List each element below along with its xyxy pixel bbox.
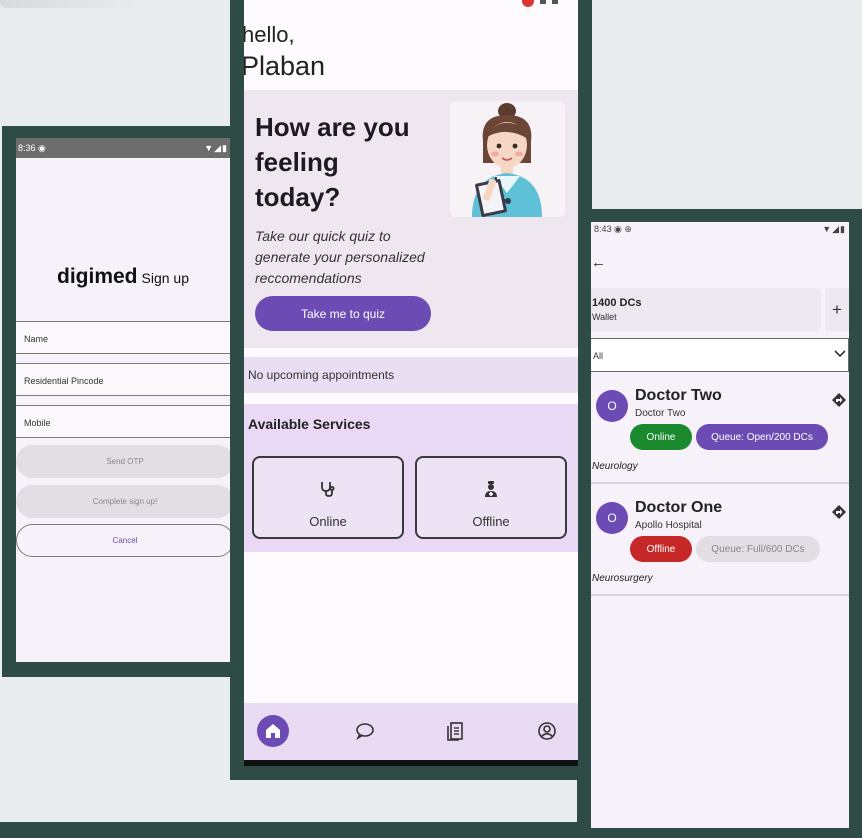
signal-battery-icon: ▼◢▮ bbox=[204, 142, 228, 153]
nav-home[interactable] bbox=[257, 715, 289, 747]
mobile-field[interactable]: Mobile bbox=[16, 405, 230, 438]
status-bar: 8:43 ◉ ⊕ ▼◢▮ bbox=[591, 222, 849, 236]
online-service-card[interactable]: Online bbox=[252, 456, 404, 539]
settings-status-icon: ◉ ⊕ bbox=[614, 223, 632, 234]
bottom-navigation bbox=[244, 703, 578, 760]
add-funds-button[interactable]: + bbox=[825, 288, 849, 331]
status-bar bbox=[244, 0, 578, 8]
background-smudge bbox=[0, 0, 140, 8]
status-badge: Offline bbox=[630, 536, 692, 562]
signup-screen: 8:36 ◉ ▼◢▮ digimed Sign up Name Residenti… bbox=[16, 138, 230, 662]
nav-account[interactable] bbox=[531, 715, 563, 747]
doctor-person-icon bbox=[417, 480, 565, 503]
services-section: Available Services Online Offline bbox=[244, 404, 578, 552]
doctors-screen: 8:43 ◉ ⊕ ▼◢▮ ← 1400 DCs Wallet + All O D… bbox=[591, 222, 849, 828]
doctor-card[interactable]: O Doctor One Apollo Hospital Offline Que… bbox=[591, 490, 849, 596]
doctor-name: Doctor One bbox=[635, 499, 723, 516]
doctor-specialty: Neurology bbox=[592, 461, 638, 472]
quiz-hero-card: How are you feeling today? Take our quic… bbox=[244, 90, 578, 348]
doctor-specialty: Neurosurgery bbox=[592, 573, 653, 584]
wallet-label: Wallet bbox=[592, 312, 617, 322]
name-field[interactable]: Name bbox=[16, 321, 230, 354]
back-arrow-icon[interactable]: ← bbox=[591, 254, 606, 271]
account-icon bbox=[538, 722, 556, 740]
status-badge: Online bbox=[630, 424, 692, 450]
doctor-name: Doctor Two bbox=[635, 387, 722, 404]
directions-icon[interactable] bbox=[832, 505, 846, 524]
wallet-card: 1400 DCs Wallet bbox=[591, 288, 821, 331]
home-icon bbox=[266, 724, 280, 738]
offline-service-card[interactable]: Offline bbox=[415, 456, 567, 539]
home-screen: hello, Plaban How are you feeling today?… bbox=[244, 0, 578, 766]
bottom-band bbox=[0, 822, 600, 838]
system-nav-bar bbox=[244, 760, 578, 766]
greeting-text: hello, bbox=[244, 22, 295, 47]
queue-button[interactable]: Queue: Full/600 DCs bbox=[696, 536, 820, 562]
stethoscope-icon bbox=[254, 480, 402, 503]
complete-signup-button[interactable]: Complete sign up! bbox=[16, 485, 230, 518]
pincode-field[interactable]: Residential Pincode bbox=[16, 363, 230, 396]
no-appointments-banner: No upcoming appointments bbox=[244, 357, 578, 393]
online-service-label: Online bbox=[309, 514, 347, 529]
doctor-subtitle: Doctor Two bbox=[635, 408, 686, 419]
avatar: O bbox=[596, 502, 628, 534]
doctor-card[interactable]: O Doctor Two Doctor Two Online Queue: Op… bbox=[591, 378, 849, 484]
take-quiz-button[interactable]: Take me to quiz bbox=[255, 296, 431, 331]
divider bbox=[591, 594, 849, 596]
chat-icon bbox=[356, 723, 374, 740]
brand-logo: digimed bbox=[57, 265, 138, 288]
page-title: Sign up bbox=[141, 270, 189, 286]
doctor-illustration bbox=[450, 101, 565, 217]
hero-description: Take our quick quiz to generate your per… bbox=[255, 228, 425, 286]
wallet-amount: 1400 DCs bbox=[592, 297, 642, 309]
user-name: Plaban bbox=[244, 51, 326, 81]
nav-chat[interactable] bbox=[349, 715, 381, 747]
settings-status-icon: ◉ bbox=[38, 142, 46, 153]
status-time: 8:43 bbox=[594, 223, 612, 234]
notification-status-icon bbox=[508, 0, 568, 9]
chevron-down-icon bbox=[834, 349, 846, 361]
cancel-button[interactable]: Cancel bbox=[16, 524, 230, 557]
send-otp-button[interactable]: Send OTP bbox=[16, 445, 230, 478]
nav-documents[interactable] bbox=[439, 715, 471, 747]
offline-service-label: Offline bbox=[472, 514, 510, 529]
document-icon bbox=[447, 722, 463, 741]
filter-value: All bbox=[593, 351, 604, 361]
services-title: Available Services bbox=[248, 416, 371, 432]
avatar: O bbox=[596, 390, 628, 422]
doctor-subtitle: Apollo Hospital bbox=[635, 520, 702, 531]
status-time: 8:36 bbox=[18, 142, 36, 153]
status-bar: 8:36 ◉ ▼◢▮ bbox=[16, 138, 230, 158]
hero-title: How are you feeling today? bbox=[255, 112, 410, 212]
brand-header: digimed Sign up bbox=[16, 265, 230, 289]
divider bbox=[591, 482, 849, 484]
specialty-filter-select[interactable]: All bbox=[591, 338, 849, 372]
signal-battery-icon: ▼◢▮ bbox=[822, 223, 846, 234]
directions-icon[interactable] bbox=[832, 393, 846, 412]
queue-button[interactable]: Queue: Open/200 DCs bbox=[696, 424, 828, 450]
